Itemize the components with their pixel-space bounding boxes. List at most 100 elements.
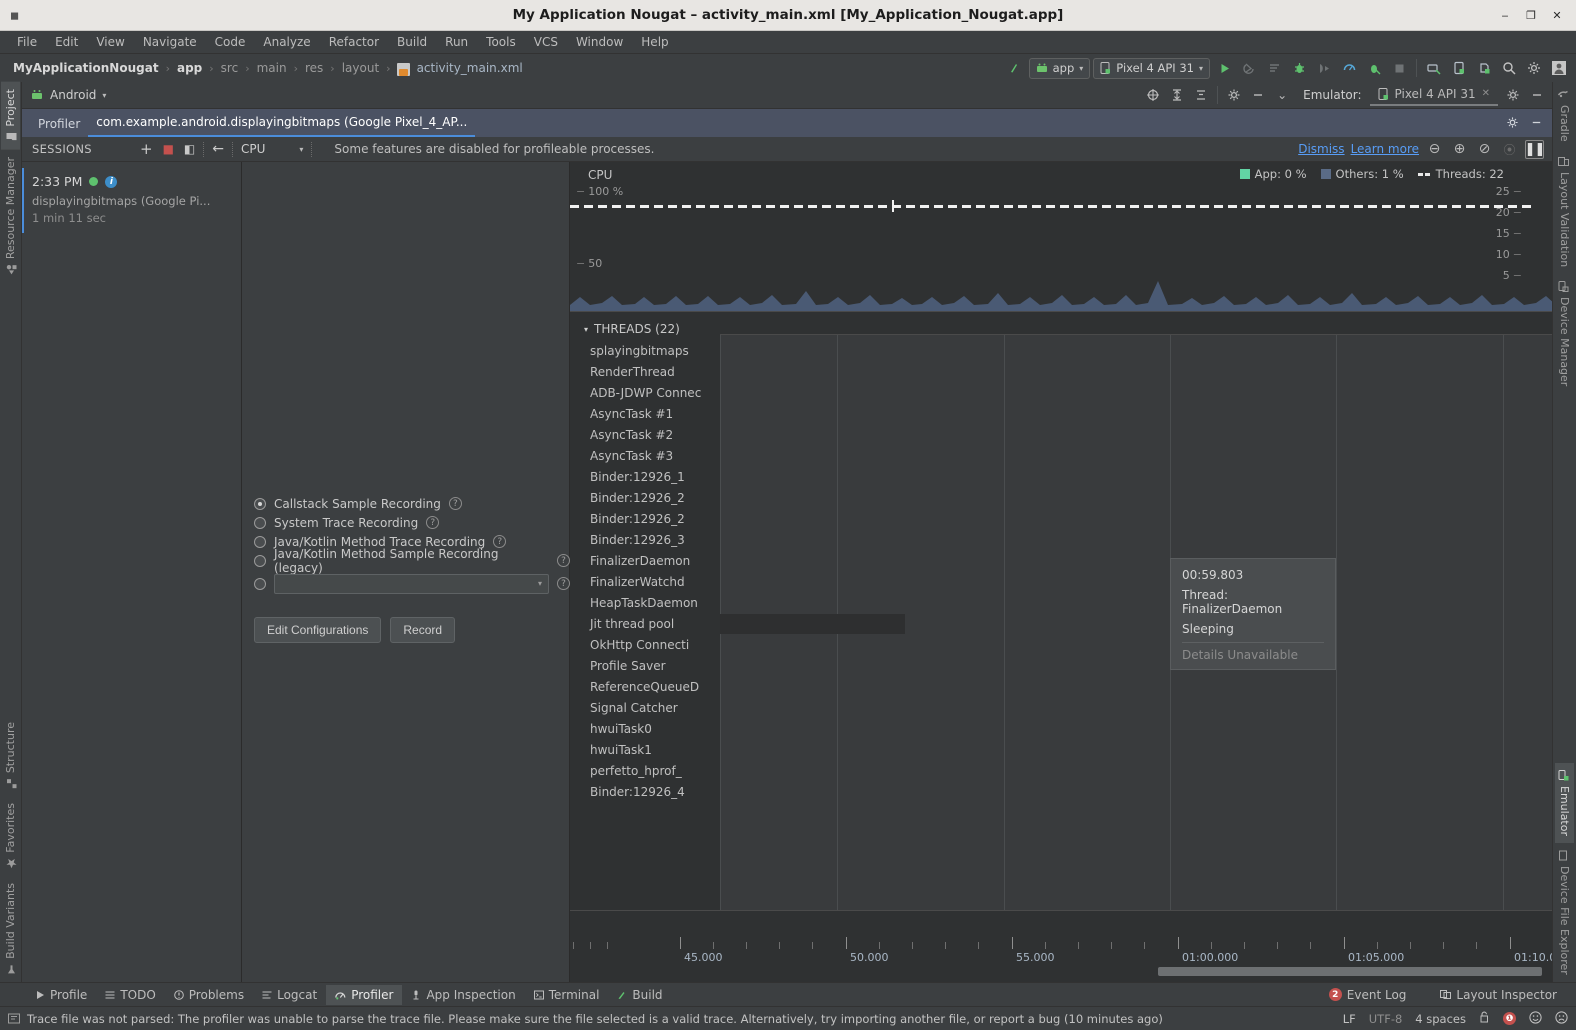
breadcrumb-res[interactable]: res — [302, 61, 326, 75]
radio-button[interactable] — [254, 535, 266, 548]
device-selector[interactable]: Pixel 4 API 31 ▾ — [1093, 57, 1210, 79]
thread-row[interactable]: Binder:12926_2 — [570, 508, 720, 529]
learn-more-link[interactable]: Learn more — [1351, 142, 1419, 156]
lock-icon[interactable] — [1479, 1011, 1490, 1026]
build-icon[interactable] — [1004, 57, 1026, 79]
apply-changes-icon[interactable] — [1238, 57, 1260, 79]
tab-layout-inspector[interactable]: Layout Inspector — [1431, 985, 1566, 1005]
feedback-sad-icon[interactable] — [1555, 1010, 1568, 1027]
sdk-manager-icon[interactable] — [1423, 57, 1445, 79]
device-file-icon[interactable] — [1473, 57, 1495, 79]
tab-logcat[interactable]: Logcat — [253, 985, 326, 1005]
thread-row[interactable]: Profile Saver — [570, 655, 720, 676]
sidebar-item-resource-manager[interactable]: Resource Manager — [1, 150, 20, 282]
hide-toolwindow-icon[interactable] — [1525, 111, 1547, 133]
thread-row[interactable]: FinalizerWatchd — [570, 571, 720, 592]
toggle-sessions-panel-button[interactable]: ◧ — [184, 142, 195, 156]
expand-all-icon[interactable] — [1166, 84, 1188, 106]
module-selector[interactable]: app ▾ — [1028, 57, 1091, 79]
menu-item-vcs[interactable]: VCS — [525, 33, 567, 51]
thread-row[interactable]: FinalizerDaemon — [570, 550, 720, 571]
indent-indicator[interactable]: 4 spaces — [1415, 1012, 1466, 1026]
menu-item-run[interactable]: Run — [436, 33, 477, 51]
thread-row[interactable]: Binder:12926_4 — [570, 781, 720, 802]
radio-button[interactable] — [254, 577, 266, 590]
radio-button[interactable] — [254, 497, 266, 510]
sidebar-item-structure[interactable]: Structure — [1, 715, 20, 796]
menu-item-help[interactable]: Help — [632, 33, 677, 51]
tab-todo[interactable]: TODO — [96, 985, 164, 1005]
thread-row[interactable]: Jit thread pool — [570, 613, 720, 634]
menu-bar[interactable]: File Edit View Navigate Code Analyze Ref… — [0, 31, 1576, 54]
tab-problems[interactable]: Problems — [165, 985, 253, 1005]
toolwindow-actions[interactable]: ⌄ Emulator: Pixel 4 API 31 ✕ — [1142, 84, 1552, 106]
menu-item-tools[interactable]: Tools — [477, 33, 525, 51]
toolwindow-title[interactable]: Android ▾ — [30, 88, 106, 102]
tab-terminal[interactable]: Terminal — [525, 985, 609, 1005]
hide-toolwindow-icon[interactable] — [1526, 84, 1548, 106]
collapse-chevron-icon[interactable]: ⌄ — [1271, 84, 1293, 106]
line-separator-indicator[interactable]: LF — [1343, 1012, 1356, 1026]
sidebar-item-favorites[interactable]: Favorites — [1, 796, 20, 876]
thread-row[interactable]: OkHttp Connecti — [570, 634, 720, 655]
edit-configurations-button[interactable]: Edit Configurations — [254, 617, 382, 643]
thread-row[interactable]: splayingbitmaps — [570, 340, 720, 361]
radio-button[interactable] — [254, 554, 266, 567]
thread-row[interactable]: ReferenceQueueD — [570, 676, 720, 697]
session-item[interactable]: 2:33 PM i displayingbitmaps (Google Pi..… — [22, 168, 241, 233]
radio-button[interactable] — [254, 516, 266, 529]
right-tool-rail[interactable]: Gradle Layout Validation Device Manager — [1552, 82, 1576, 982]
maximize-button[interactable]: ❐ — [1518, 4, 1544, 26]
gear-icon[interactable] — [1501, 111, 1523, 133]
sidebar-item-project[interactable]: Project — [1, 82, 20, 150]
dismiss-link[interactable]: Dismiss — [1298, 142, 1344, 156]
pause-button[interactable]: ❚❚ — [1525, 139, 1545, 159]
monitor-selector[interactable]: CPU ▾ — [241, 142, 303, 156]
recording-option-custom[interactable]: ▾ ? — [254, 573, 570, 594]
avd-manager-icon[interactable] — [1448, 57, 1470, 79]
timeline-axis[interactable]: 45.000 50.000 55.000 01:00.000 01:05.000… — [570, 910, 1552, 982]
run-button[interactable] — [1213, 57, 1235, 79]
thread-row[interactable]: Signal Catcher — [570, 697, 720, 718]
add-session-button[interactable]: + — [140, 140, 153, 158]
emulator-tab[interactable]: Pixel 4 API 31 ✕ — [1369, 85, 1498, 106]
gear-icon[interactable] — [1502, 84, 1524, 106]
sidebar-item-layout-validation[interactable]: Layout Validation — [1555, 149, 1574, 274]
attach-debugger-icon[interactable] — [1313, 57, 1335, 79]
sidebar-item-emulator[interactable]: Emulator — [1555, 763, 1574, 844]
tab-profiler[interactable]: Profiler — [326, 984, 403, 1005]
menu-item-navigate[interactable]: Navigate — [134, 33, 206, 51]
threads-timeline-grid[interactable] — [720, 334, 1552, 910]
apply-code-changes-icon[interactable] — [1263, 57, 1285, 79]
info-icon[interactable]: i — [105, 175, 118, 188]
bottom-tool-tabs[interactable]: Profile TODO Problems Logcat Profiler Ap… — [0, 982, 1576, 1006]
menu-item-code[interactable]: Code — [206, 33, 255, 51]
thread-row[interactable]: AsyncTask #1 — [570, 403, 720, 424]
profiler-tab-actions[interactable] — [1501, 111, 1552, 137]
timeline-scrollbar[interactable] — [1158, 967, 1542, 976]
thread-row[interactable]: hwuiTask1 — [570, 739, 720, 760]
threads-section-header[interactable]: ▾ THREADS (22) — [584, 322, 680, 336]
thread-activity-bar[interactable] — [720, 614, 905, 634]
close-button[interactable]: ✕ — [1544, 4, 1570, 26]
layout-inspect-icon[interactable] — [1142, 84, 1164, 106]
breadcrumb[interactable]: MyApplicationNougat › app › src › main ›… — [10, 61, 526, 76]
close-icon[interactable]: ✕ — [1482, 88, 1490, 99]
menu-item-edit[interactable]: Edit — [46, 33, 87, 51]
hide-toolwindow-icon[interactable] — [1247, 84, 1269, 106]
thread-row[interactable]: perfetto_hprof_ — [570, 760, 720, 781]
sessions-actions[interactable]: + ■ ◧ — [140, 140, 195, 158]
search-icon[interactable] — [1498, 57, 1520, 79]
sidebar-item-gradle[interactable]: Gradle — [1555, 82, 1574, 149]
menu-item-window[interactable]: Window — [567, 33, 632, 51]
help-icon[interactable]: ? — [448, 497, 462, 510]
gear-icon[interactable] — [1223, 84, 1245, 106]
bottom-right-tabs[interactable]: 2 Event Log Layout Inspector — [1320, 985, 1576, 1005]
tab-profile[interactable]: Profile — [26, 985, 96, 1005]
breadcrumb-module[interactable]: app — [174, 61, 205, 75]
threads-list[interactable]: splayingbitmaps RenderThread ADB-JDWP Co… — [570, 340, 720, 802]
sidebar-item-device-manager[interactable]: Device Manager — [1555, 274, 1574, 393]
tab-event-log[interactable]: 2 Event Log — [1320, 985, 1416, 1005]
gear-icon[interactable] — [1523, 57, 1545, 79]
avatar[interactable] — [1548, 57, 1570, 79]
